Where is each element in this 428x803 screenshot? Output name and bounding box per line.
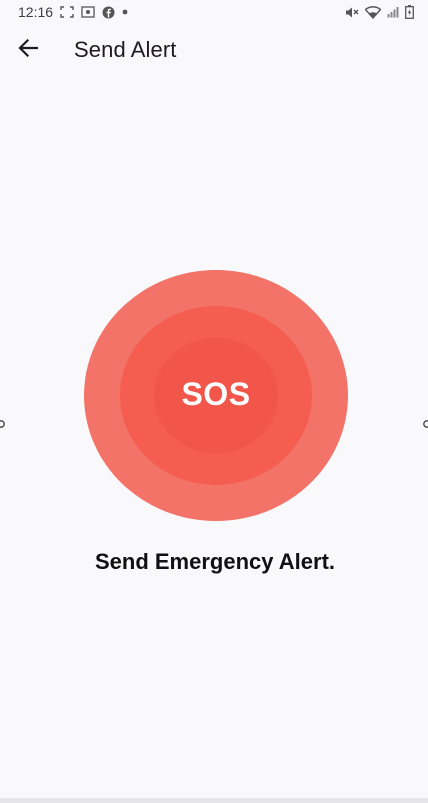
screenshot-icon [60,6,74,18]
navigation-bar [0,798,428,803]
sos-button[interactable]: SOS [84,270,348,521]
page-title: Send Alert [74,37,177,62]
facebook-icon [102,6,115,19]
scan-icon [81,6,95,18]
arrow-left-icon [18,38,39,62]
sos-label: SOS [181,376,251,412]
signal-icon [387,6,399,18]
battery-icon [405,5,414,19]
sos-description: Send Emergency Alert. [94,549,336,574]
status-bar: 12:16 [0,0,428,24]
back-button[interactable] [14,36,42,64]
edge-handle-right [423,416,428,428]
status-right [345,5,414,19]
status-left: 12:16 [18,4,128,20]
edge-handle-left [0,416,5,428]
app-bar: Send Alert [0,24,428,76]
status-time: 12:16 [18,4,54,20]
wifi-icon [365,5,381,19]
mute-icon [345,6,359,19]
dot-icon [122,9,128,15]
